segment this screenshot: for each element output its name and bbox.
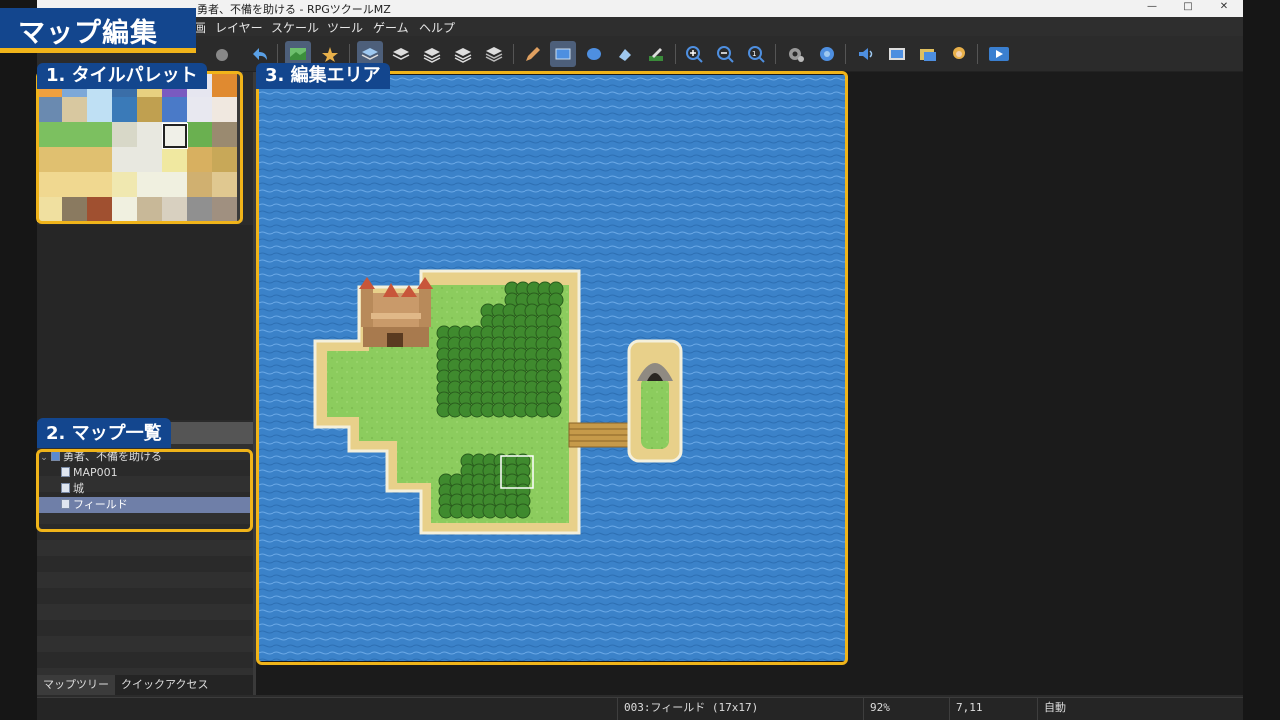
event-search-icon <box>889 48 905 60</box>
rectangle-button[interactable] <box>550 41 576 67</box>
ellipse-icon <box>587 48 601 60</box>
title-bar: 勇者、不備を助ける - RPGツクールMZ — □ ✕ <box>37 0 1243 17</box>
menu-bar: 画 レイヤー スケール ツール ゲーム ヘルプ <box>37 17 1243 36</box>
resource-manager-button[interactable] <box>915 41 941 67</box>
svg-text:1: 1 <box>752 50 756 58</box>
zoom-out-button[interactable] <box>713 41 739 67</box>
sound-test-button[interactable] <box>853 41 879 67</box>
hand-icon <box>216 49 228 61</box>
layer3-button[interactable] <box>419 41 445 67</box>
character-generator-icon <box>953 47 965 59</box>
status-bar: 003:フィールド (17x17) 92% 7,11 自動 <box>37 697 1243 720</box>
highlight-edit-area <box>256 71 848 665</box>
highlight-map-list <box>36 449 253 532</box>
status-zoom: 92% <box>863 698 949 720</box>
layer3-icon <box>423 48 441 63</box>
zoom-out-icon <box>717 46 734 63</box>
sound-icon <box>859 48 873 60</box>
layer4-button[interactable] <box>450 41 476 67</box>
toolbar-separator <box>513 44 514 64</box>
resource-icon <box>920 49 936 61</box>
menu-game[interactable]: ゲーム <box>373 19 409 36</box>
auto-layer-button[interactable] <box>481 41 507 67</box>
layer2-icon <box>392 48 410 60</box>
zoom-in-button[interactable] <box>682 41 708 67</box>
layer2-button[interactable] <box>388 41 414 67</box>
layer1-icon <box>361 48 379 60</box>
toolbar: 1 <box>37 36 1243 72</box>
maximize-button[interactable]: □ <box>1173 0 1203 14</box>
tab-quick-access[interactable]: クイックアクセス <box>115 675 214 695</box>
database-icon <box>789 48 804 62</box>
label-edit-area: 3. 編集エリア <box>256 63 390 89</box>
layer4-icon <box>454 48 472 63</box>
minimize-button[interactable]: — <box>1137 0 1167 14</box>
video-gutter-right <box>1243 0 1280 720</box>
tree-tabs: マップツリー クイックアクセス <box>37 675 253 695</box>
pan-tool-button[interactable] <box>209 41 235 67</box>
rpg-maker-window: 勇者、不備を助ける - RPGツクールMZ — □ ✕ 画 レイヤー スケール … <box>0 0 1280 720</box>
shadow-pen-button[interactable] <box>643 41 669 67</box>
toolbar-separator <box>775 44 776 64</box>
fill-icon <box>619 49 631 61</box>
banner-underline <box>0 48 196 53</box>
fill-button[interactable] <box>612 41 638 67</box>
palette-empty-area <box>37 225 253 420</box>
menu-help[interactable]: ヘルプ <box>419 19 455 36</box>
ellipse-button[interactable] <box>581 41 607 67</box>
toolbar-separator <box>349 44 350 64</box>
zoom-in-icon <box>686 46 703 63</box>
character-generator-button[interactable] <box>946 41 972 67</box>
label-palette: 1. タイルパレット <box>37 63 207 89</box>
pencil-icon <box>526 47 540 61</box>
banner-title: マップ編集 <box>18 18 158 49</box>
undo-icon <box>253 48 267 60</box>
close-button[interactable]: ✕ <box>1209 0 1239 14</box>
shadow-pen-icon <box>649 48 663 61</box>
pencil-button[interactable] <box>520 41 546 67</box>
zoom-reset-icon: 1 <box>748 46 765 63</box>
event-mode-icon <box>322 47 338 62</box>
tab-map-tree[interactable]: マップツリー <box>37 675 115 695</box>
window-title: 勇者、不備を助ける - RPGツクールMZ <box>197 3 391 16</box>
playtest-icon <box>989 47 1009 61</box>
tutorial-banner: マップ編集 <box>0 8 196 49</box>
auto-layer-icon <box>485 47 503 62</box>
status-mode: 自動 <box>1037 698 1243 720</box>
toolbar-separator <box>277 44 278 64</box>
database-button[interactable] <box>783 41 809 67</box>
toolbar-separator <box>675 44 676 64</box>
highlight-palette <box>36 71 243 224</box>
menu-tools[interactable]: ツール <box>327 19 363 36</box>
toolbar-separator <box>977 44 978 64</box>
video-gutter-left <box>0 0 37 720</box>
status-coordinates: 7,11 <box>949 698 1037 720</box>
plugin-button[interactable] <box>814 41 840 67</box>
menu-layer[interactable]: レイヤー <box>215 19 263 36</box>
zoom-reset-button[interactable]: 1 <box>744 41 770 67</box>
map-mode-icon <box>290 48 306 60</box>
toolbar-separator <box>845 44 846 64</box>
plugin-icon <box>820 47 834 61</box>
playtest-button[interactable] <box>986 41 1012 67</box>
event-search-button[interactable] <box>884 41 910 67</box>
rectangle-icon <box>555 48 571 60</box>
label-map-list: 2. マップ一覧 <box>37 418 171 448</box>
menu-scale[interactable]: スケール <box>271 19 319 36</box>
status-map-name: 003:フィールド (17x17) <box>617 698 863 720</box>
